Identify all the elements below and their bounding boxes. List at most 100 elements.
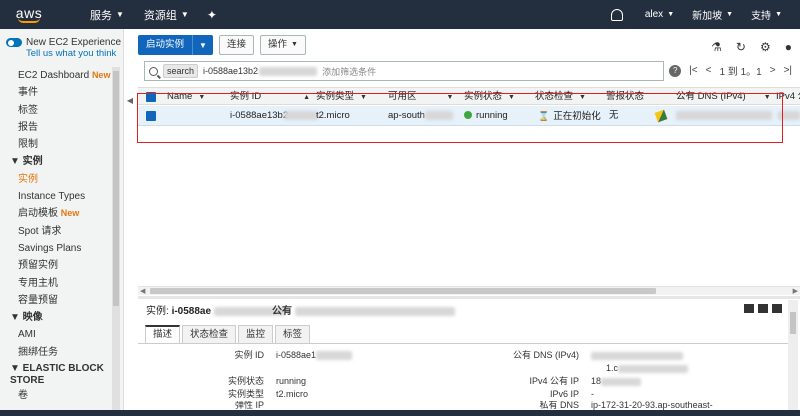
sidebar-item[interactable]: 限制 xyxy=(18,136,114,153)
region-label: 新加坡 xyxy=(692,11,723,22)
connect-button[interactable]: 连接 xyxy=(218,35,254,55)
support-menu[interactable]: 支持 ▼ xyxy=(751,7,782,22)
scrollbar-thumb[interactable] xyxy=(113,71,119,306)
sidebar-item-label: 实例 xyxy=(18,173,38,185)
pager-text: 1 到 1。1 xyxy=(719,67,762,78)
resource-groups-label: 资源组 xyxy=(143,9,177,22)
table-horizontal-scrollbar[interactable]: ◀ ▶ xyxy=(138,286,800,295)
sidebar-item[interactable]: 预留实例 xyxy=(18,257,114,274)
toolbar: 启动实例 ▼ 连接 操作 ▼ xyxy=(138,35,306,55)
search-input[interactable]: search i-0588ae13b2 添加筛选条件 xyxy=(144,61,664,81)
sidebar-nav: EC2 Dashboard New 事件标签报告 限制 ▼ 实例实例 Instance … xyxy=(10,67,114,404)
toggle-icon[interactable] xyxy=(6,38,22,47)
flask-icon[interactable]: ⚗ xyxy=(711,40,722,54)
details-vertical-scrollbar[interactable] xyxy=(788,300,798,410)
scrollbar-thumb[interactable] xyxy=(150,288,656,294)
sidebar-item[interactable]: Savings Plans xyxy=(18,240,114,257)
bell-icon[interactable] xyxy=(610,8,623,21)
sidebar-item-label: 标签 xyxy=(18,104,38,116)
sidebar-item-label: ▼ 映像 xyxy=(10,312,43,324)
sidebar-item-label: EC2 Dashboard xyxy=(18,70,90,81)
sidebar-section[interactable]: ▼ 映像 xyxy=(10,309,114,326)
tab-description[interactable]: 描述 xyxy=(145,325,181,343)
collapse-sidebar-icon[interactable]: ◀ xyxy=(124,94,136,108)
detail-value-text: i-0588ae1 xyxy=(276,350,317,360)
tab-monitoring[interactable]: 监控 xyxy=(238,325,274,343)
sidebar-item[interactable]: 容量预留 xyxy=(18,292,114,309)
search-icon xyxy=(149,66,158,76)
detail-key: IPv6 IP xyxy=(549,389,579,399)
search-placeholder: 添加筛选条件 xyxy=(322,66,377,77)
sidebar-item[interactable]: 卷 xyxy=(18,387,114,404)
sidebar-item-label: ▼ 实例 xyxy=(10,156,43,168)
new-badge: New xyxy=(91,70,111,80)
refresh-icon[interactable]: ↻ xyxy=(736,40,746,54)
tab-status-check[interactable]: 状态检查 xyxy=(182,325,237,343)
scroll-right-icon[interactable]: ▶ xyxy=(793,287,798,296)
scroll-left-icon[interactable]: ◀ xyxy=(140,287,145,296)
help-icon[interactable]: ● xyxy=(785,40,792,54)
sidebar-scrollbar[interactable] xyxy=(112,67,120,412)
sidebar-item-label: 启动模板 xyxy=(18,208,58,220)
detail-value: 1.c xyxy=(606,362,689,375)
sidebar-item-label: Instance Types xyxy=(18,191,86,203)
detail-value: running xyxy=(276,376,307,386)
layout-min-icon[interactable] xyxy=(772,304,782,313)
services-menu[interactable]: 服务 ▼ xyxy=(90,7,124,23)
tab-tags[interactable]: 标签 xyxy=(275,325,311,343)
sidebar-item[interactable]: 实例 xyxy=(18,171,114,188)
sidebar-item[interactable]: 事件 xyxy=(18,84,114,101)
sidebar-item[interactable]: Spot 请求 xyxy=(18,223,114,240)
sidebar-item[interactable]: Instance Types xyxy=(18,188,114,205)
aws-logo[interactable]: aws xyxy=(0,0,58,29)
last-page-icon[interactable]: >| xyxy=(784,65,792,76)
sidebar-item[interactable]: EC2 Dashboard New xyxy=(18,67,114,84)
chevron-down-icon: ▼ xyxy=(726,11,734,18)
detail-key: IPv4 公有 IP xyxy=(529,376,579,386)
user-label: alex xyxy=(644,9,664,20)
detail-value: t2.micro xyxy=(276,389,309,399)
search-tag[interactable]: search xyxy=(163,64,199,78)
prev-page-icon[interactable]: < xyxy=(706,65,712,76)
sidebar-item[interactable]: 报告 xyxy=(18,119,114,136)
user-menu[interactable]: alex ▼ xyxy=(645,9,674,20)
gear-icon[interactable]: ⚙ xyxy=(760,40,771,54)
sidebar-section[interactable]: ▼ ELASTIC BLOCK STORE xyxy=(10,361,114,387)
detail-key: 弹性 IP xyxy=(234,401,264,410)
region-menu[interactable]: 新加坡 ▼ xyxy=(692,7,733,22)
layout-split-icon[interactable] xyxy=(758,304,768,313)
first-page-icon[interactable]: |< xyxy=(689,65,697,76)
details-left-list: 实例 ID i-0588ae1 实例状态 running 实例类型 t2.mic… xyxy=(138,349,438,411)
sidebar-item[interactable]: 捆绑任务 xyxy=(18,344,114,361)
launch-instance-button[interactable]: 启动实例 ▼ xyxy=(138,35,213,55)
redacted-text xyxy=(294,306,455,316)
sidebar-item[interactable]: 标签 xyxy=(18,102,114,119)
sidebar-item-label: AMI xyxy=(18,329,36,341)
detail-value xyxy=(591,349,683,362)
next-page-icon[interactable]: > xyxy=(770,65,776,76)
feedback-link[interactable]: Tell us what you think xyxy=(26,48,121,59)
sidebar-section[interactable]: ▼ 实例 xyxy=(10,153,114,170)
new-experience-toggle[interactable]: New EC2 Experience Tell us what you thin… xyxy=(6,37,121,59)
redacted-text xyxy=(601,377,642,386)
layout-full-icon[interactable] xyxy=(744,304,754,313)
sidebar-item-label: 事件 xyxy=(18,87,38,99)
details-right-list: 公有 DNS (IPv4) 1.c IPv4 公有 IP 18 IPv6 IP … xyxy=(440,349,785,411)
sidebar-item[interactable]: AMI xyxy=(18,326,114,343)
sidebar: New EC2 Experience Tell us what you thin… xyxy=(0,29,124,416)
detail-value: 18 xyxy=(591,375,642,388)
chevron-down-icon: ▼ xyxy=(180,10,189,19)
scrollbar-thumb[interactable] xyxy=(790,312,796,334)
sidebar-item[interactable]: 专用主机 xyxy=(18,275,114,292)
sidebar-item[interactable]: 启动模板 New xyxy=(18,205,114,222)
details-header: 实例: i-0588ae 公有 xyxy=(138,299,800,319)
actions-button[interactable]: 操作 ▼ xyxy=(259,35,306,55)
chevron-down-icon[interactable]: ▼ xyxy=(193,41,213,50)
search-value: i-0588ae13b2 xyxy=(203,66,259,76)
detail-key: 公有 DNS (IPv4) xyxy=(512,350,579,360)
resource-groups-menu[interactable]: 资源组 ▼ xyxy=(144,7,189,23)
help-icon[interactable]: ? xyxy=(669,64,682,77)
detail-value-text: 1.c xyxy=(606,363,619,373)
pin-icon[interactable]: ✦ xyxy=(207,8,217,22)
sidebar-item-label: 预留实例 xyxy=(18,260,58,272)
